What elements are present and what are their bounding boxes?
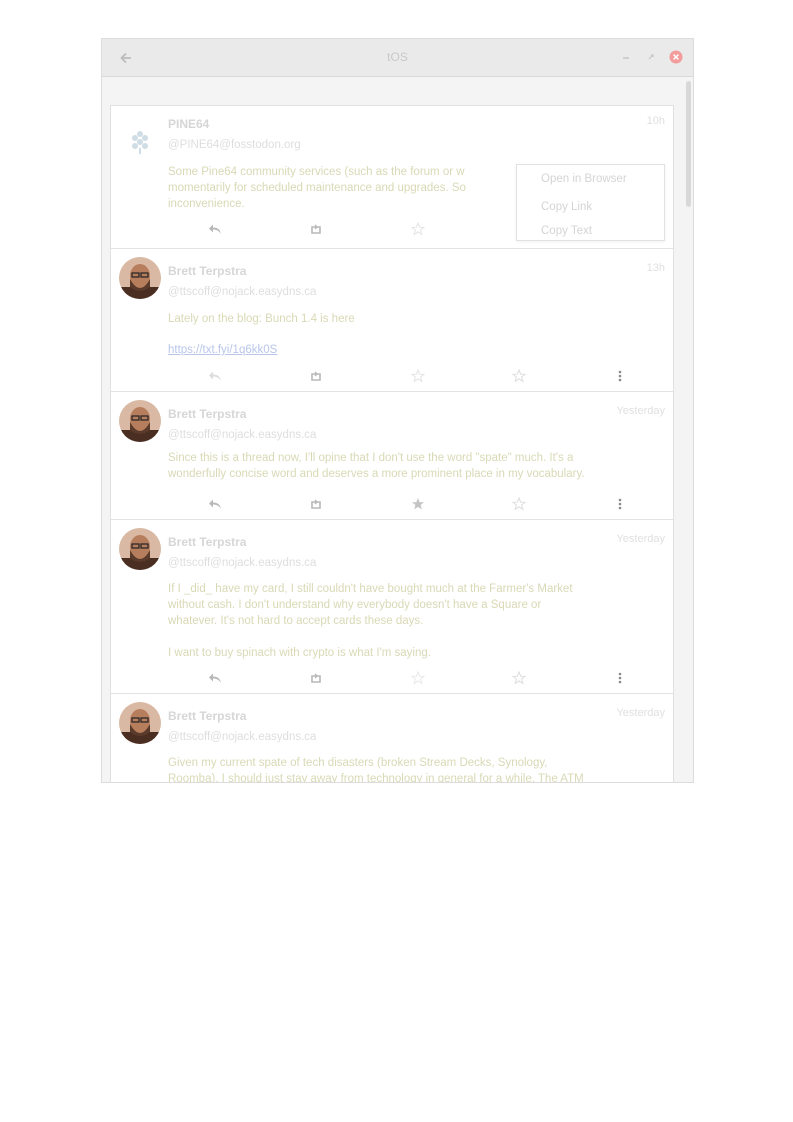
post-time: 10h: [646, 115, 665, 127]
post-text-line: I want to buy spinach with crypto is wha…: [168, 647, 431, 659]
title-bar: tOS: [102, 39, 693, 77]
post-text-line: Roomba), I should just stay away from te…: [168, 773, 584, 783]
author-name[interactable]: PINE64: [168, 117, 209, 131]
bookmark-button[interactable]: [510, 496, 528, 512]
menu-item-open-in-browser[interactable]: Open in Browser: [541, 173, 627, 185]
favourite-button[interactable]: [409, 368, 427, 384]
avatar-photo-icon: [119, 257, 161, 299]
author-handle[interactable]: @ttscoff@nojack.easydns.ca: [168, 557, 316, 569]
post-text-line: Given my current spate of tech disasters…: [168, 757, 548, 769]
star-outline-icon: [411, 369, 425, 383]
menu-item-copy-link[interactable]: Copy Link: [541, 201, 592, 213]
boost-icon: [311, 499, 321, 509]
post-time: 13h: [646, 262, 665, 274]
avatar-photo-icon: [119, 528, 161, 570]
post-actions: [111, 496, 673, 512]
post-actions: [111, 368, 673, 384]
post-text: Lately on the blog: Bunch 1.4 is here: [168, 311, 662, 327]
avatar[interactable]: [119, 400, 161, 442]
more-options-button[interactable]: [611, 496, 629, 512]
maximize-button[interactable]: [643, 49, 659, 65]
favourite-button[interactable]: [409, 221, 427, 237]
reply-button[interactable]: [206, 670, 224, 686]
post-text: If I _did_ have my card, I still couldn'…: [168, 581, 662, 661]
scrollbar-thumb[interactable]: [686, 81, 691, 207]
star-outline-icon: [512, 369, 526, 383]
post-text-line: [168, 629, 662, 645]
post-item[interactable]: Brett Terpstra @ttscoff@nojack.easydns.c…: [111, 694, 673, 783]
reply-icon: [209, 371, 221, 381]
post-text-line: whatever. It's not hard to accept cards …: [168, 615, 424, 627]
star-filled-icon: [412, 498, 424, 510]
timeline[interactable]: PINE64 @PINE64@fosstodon.org 10h Some Pi…: [110, 105, 674, 783]
author-handle[interactable]: @ttscoff@nojack.easydns.ca: [168, 731, 316, 743]
bookmark-button[interactable]: [510, 368, 528, 384]
post-item[interactable]: Brett Terpstra @ttscoff@nojack.easydns.c…: [111, 392, 673, 520]
context-menu: Open in Browser Copy Link Copy Text: [516, 164, 665, 241]
more-options-button[interactable]: [611, 368, 629, 384]
author-name[interactable]: Brett Terpstra: [168, 264, 246, 278]
favourite-button[interactable]: [409, 496, 427, 512]
post-item[interactable]: Brett Terpstra @ttscoff@nojack.easydns.c…: [111, 520, 673, 694]
menu-item-copy-text[interactable]: Copy Text: [541, 225, 592, 237]
post-item[interactable]: Brett Terpstra @ttscoff@nojack.easydns.c…: [111, 249, 673, 392]
post-text: Since this is a thread now, I'll opine t…: [168, 450, 662, 482]
post-item[interactable]: PINE64 @PINE64@fosstodon.org 10h Some Pi…: [111, 106, 673, 249]
post-text-line: If I _did_ have my card, I still couldn'…: [168, 583, 573, 595]
more-vertical-icon: [618, 370, 622, 382]
window-title: tOS: [387, 50, 408, 64]
reply-icon: [209, 499, 221, 509]
reply-button[interactable]: [206, 221, 224, 237]
post-text-line: Since this is a thread now, I'll opine t…: [168, 452, 574, 464]
minimize-icon: [623, 57, 629, 59]
avatar[interactable]: [119, 528, 161, 570]
close-icon: [669, 50, 683, 64]
reply-button[interactable]: [206, 368, 224, 384]
star-outline-icon: [411, 222, 425, 236]
post-text-line: wonderfully concise word and deserves a …: [168, 468, 585, 480]
boost-icon: [311, 371, 321, 381]
maximize-icon: [648, 54, 654, 60]
avatar-photo-icon: [119, 400, 161, 442]
app-window: tOS PINE64 @PINE64@fosstodon.org 10h Som…: [101, 38, 694, 783]
star-outline-icon: [512, 671, 526, 685]
boost-button[interactable]: [307, 368, 325, 384]
post-time: Yesterday: [616, 405, 665, 417]
pine64-logo-icon: [132, 131, 148, 154]
more-vertical-icon: [618, 672, 622, 684]
avatar[interactable]: [119, 702, 161, 744]
star-outline-icon: [512, 497, 526, 511]
bookmark-button[interactable]: [510, 670, 528, 686]
post-time: Yesterday: [616, 707, 665, 719]
post-text-line: Lately on the blog: Bunch 1.4 is here: [168, 313, 355, 325]
boost-button[interactable]: [307, 496, 325, 512]
author-handle[interactable]: @ttscoff@nojack.easydns.ca: [168, 286, 316, 298]
close-button[interactable]: [668, 49, 684, 65]
star-outline-icon: [411, 671, 425, 685]
avatar[interactable]: [119, 257, 161, 299]
boost-icon: [311, 673, 321, 683]
reply-icon: [209, 224, 221, 234]
boost-button[interactable]: [307, 670, 325, 686]
post-text-line: without cash. I don't understand why eve…: [168, 599, 542, 611]
author-handle[interactable]: @ttscoff@nojack.easydns.ca: [168, 429, 316, 441]
post-actions: [111, 670, 673, 686]
author-handle[interactable]: @PINE64@fosstodon.org: [168, 139, 301, 151]
author-name[interactable]: Brett Terpstra: [168, 535, 246, 549]
avatar[interactable]: [119, 120, 161, 162]
post-time: Yesterday: [616, 533, 665, 545]
author-name[interactable]: Brett Terpstra: [168, 407, 246, 421]
avatar-photo-icon: [119, 702, 161, 744]
author-name[interactable]: Brett Terpstra: [168, 709, 246, 723]
reply-button[interactable]: [206, 496, 224, 512]
favourite-button[interactable]: [409, 670, 427, 686]
post-text: Given my current spate of tech disasters…: [168, 755, 662, 783]
boost-icon: [311, 224, 321, 234]
post-link[interactable]: https://txt.fyi/1q6kk0S: [168, 342, 277, 358]
reply-icon: [209, 673, 221, 683]
minimize-button[interactable]: [618, 49, 634, 65]
more-vertical-icon: [618, 498, 622, 510]
more-options-button[interactable]: [611, 670, 629, 686]
boost-button[interactable]: [307, 221, 325, 237]
